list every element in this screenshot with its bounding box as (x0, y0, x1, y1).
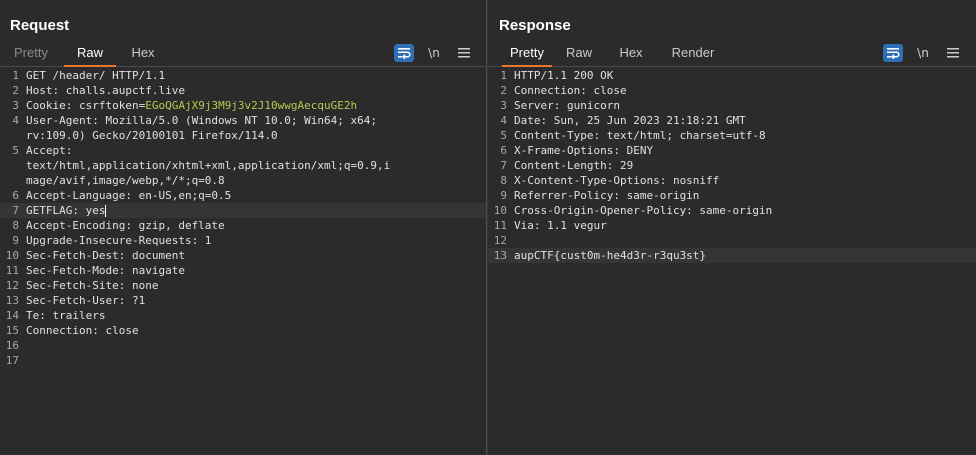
code-line: 6 X-Frame-Options: DENY (500, 144, 654, 157)
newline-toggle-icon[interactable]: \n (913, 44, 933, 62)
code-line: 10 Cross-Origin-Opener-Policy: same-origi… (493, 204, 773, 217)
code-line: mage/avif,image/webp,*/*;q=0.8 (26, 174, 225, 187)
code-line: 2 Connection: close (500, 84, 627, 97)
tab-hex[interactable]: Hex (614, 40, 648, 66)
code-line-current: 7 GETFLAG: yes (0, 203, 486, 218)
request-panel: Request Pretty Raw Hex \n 1 GET /header/ … (0, 0, 487, 455)
code-line: 5 Accept: (12, 144, 73, 157)
code-line: 1 GET /header/ HTTP/1.1 (12, 69, 166, 82)
code-line: 8 X-Content-Type-Options: nosniff (500, 174, 720, 187)
tab-raw[interactable]: Raw (64, 40, 116, 67)
code-line: rv:109.0) Gecko/20100101 Firefox/114.0 (26, 129, 278, 142)
code-line: 17 (5, 354, 19, 367)
request-editor[interactable]: 1 GET /header/ HTTP/1.1 2 Host: challs.aup… (0, 68, 486, 368)
code-line: 10 Sec-Fetch-Dest: document (5, 249, 185, 262)
tab-pretty[interactable]: Pretty (8, 40, 54, 66)
response-panel: Response Pretty Raw Hex Render \n 1 HTTP/… (488, 0, 976, 455)
code-line: 8 Accept-Encoding: gzip, deflate (12, 219, 225, 232)
hamburger-menu-icon[interactable] (454, 44, 474, 62)
wrap-lines-icon[interactable] (394, 44, 414, 62)
code-line: 14 Te: trailers (5, 309, 106, 322)
response-viewer[interactable]: 1 HTTP/1.1 200 OK 2 Connection: close 3 Ser… (488, 68, 976, 263)
flag-body: aupCTF{cust0m-he4d3r-r3qu3st} (514, 249, 707, 262)
tab-pretty[interactable]: Pretty (502, 40, 552, 67)
code-line: 1 HTTP/1.1 200 OK (500, 69, 614, 82)
cookie-value: EGoQGAjX9j3M9j3v2J10wwgAecquGE2h (145, 99, 358, 112)
code-line: 13 Sec-Fetch-User: ?1 (5, 294, 146, 307)
code-line: 11 Sec-Fetch-Mode: navigate (5, 264, 185, 277)
cookie-header: Cookie: csrftoken= (26, 99, 146, 112)
code-line: 5 Content-Type: text/html; charset=utf-8 (500, 129, 766, 142)
code-line: 12 Sec-Fetch-Site: none (5, 279, 159, 292)
code-line: text/html,application/xhtml+xml,applicat… (26, 159, 391, 172)
code-line: 12 (493, 234, 507, 247)
newline-toggle-icon[interactable]: \n (424, 44, 444, 62)
tab-hex[interactable]: Hex (124, 40, 162, 66)
code-line: 9 Upgrade-Insecure-Requests: 1 (12, 234, 212, 247)
code-line: 7 Content-Length: 29 (500, 159, 634, 172)
getflag-header: GETFLAG: yes (26, 204, 106, 217)
tab-raw[interactable]: Raw (562, 40, 596, 66)
code-line: 16 (5, 339, 19, 352)
code-line: 3 Server: gunicorn (500, 99, 620, 112)
code-line: 15 Connection: close (5, 324, 139, 337)
hamburger-menu-icon[interactable] (943, 44, 963, 62)
code-line: 6 Accept-Language: en-US,en;q=0.5 (12, 189, 232, 202)
code-line: 11 Via: 1.1 vegur (493, 219, 607, 232)
response-title: Response (499, 17, 571, 34)
code-line: 3 Cookie: csrftoken=EGoQGAjX9j3M9j3v2J10w… (12, 99, 358, 112)
flag-line: 13 aupCTF{cust0m-he4d3r-r3qu3st} (488, 248, 976, 263)
text-caret (105, 205, 107, 217)
request-title: Request (10, 17, 70, 34)
code-line: 4 Date: Sun, 25 Jun 2023 21:18:21 GMT (500, 114, 746, 127)
code-line: 2 Host: challs.aupctf.live (12, 84, 185, 97)
tab-render[interactable]: Render (668, 40, 718, 66)
code-line: 9 Referrer-Policy: same-origin (500, 189, 700, 202)
code-line: 4 User-Agent: Mozilla/5.0 (Windows NT 10.… (12, 114, 377, 127)
wrap-lines-icon[interactable] (883, 44, 903, 62)
